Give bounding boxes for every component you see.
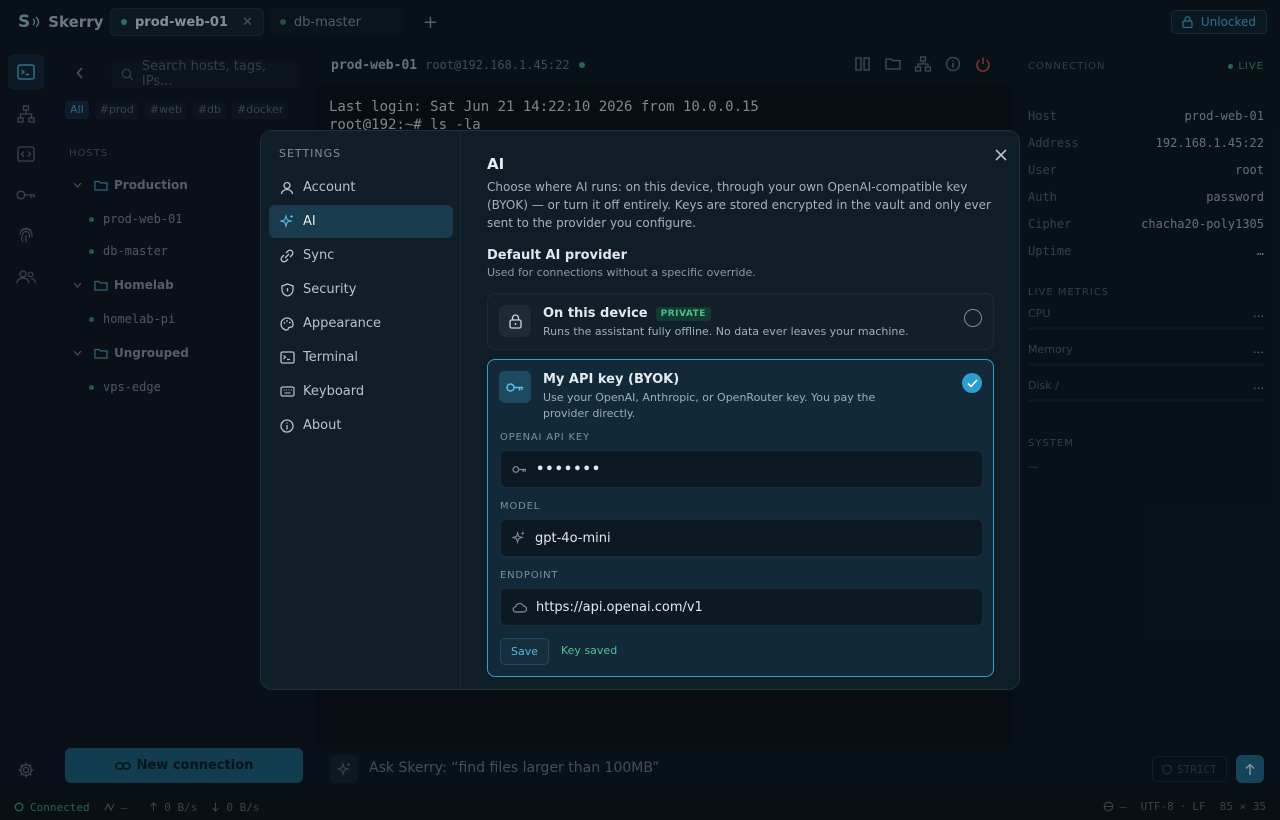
option-description: Runs the assistant fully offline. No dat… (543, 325, 909, 338)
shield-icon (280, 282, 294, 297)
nav-terminal[interactable]: Terminal (269, 341, 453, 374)
endpoint-label: ENDPOINT (500, 570, 559, 581)
nav-account[interactable]: Account (269, 171, 453, 204)
settings-content: AI Choose where AI runs: on this device,… (461, 131, 1019, 689)
close-icon (995, 149, 1007, 161)
nav-about[interactable]: About (269, 409, 453, 442)
model-value: gpt-4o-mini (535, 530, 611, 546)
option-title-row: My API key (BYOK) (543, 372, 679, 387)
nav-sync[interactable]: Sync (269, 239, 453, 272)
save-status: Key saved (561, 644, 618, 657)
nav-label: Terminal (303, 350, 358, 365)
provider-option-local[interactable]: On this device PRIVATE Runs the assistan… (487, 293, 994, 350)
terminal-icon (279, 351, 295, 364)
keyboard-icon (279, 386, 295, 397)
sparkles-icon (279, 214, 293, 228)
option-title: My API key (BYOK) (543, 372, 680, 387)
model-label: MODEL (500, 501, 541, 512)
nav-label: Appearance (303, 316, 382, 331)
save-button[interactable]: Save (500, 638, 550, 665)
settings-title: SETTINGS (279, 147, 342, 160)
endpoint-value: https://api.openai.com/v1 (536, 599, 703, 615)
option-radio[interactable] (964, 309, 982, 327)
endpoint-input[interactable]: https://api.openai.com/v1 (500, 588, 983, 626)
palette-icon (280, 316, 294, 331)
section-subtitle: Used for connections without a specific … (487, 266, 756, 279)
key-icon (512, 465, 526, 473)
nav-label: Security (303, 282, 357, 297)
nav-label: Keyboard (303, 384, 365, 399)
info-icon (280, 418, 294, 433)
provider-option-byok[interactable]: My API key (BYOK) Use your OpenAI, Anthr… (487, 359, 994, 677)
nav-security[interactable]: Security (269, 273, 453, 306)
private-badge: PRIVATE (655, 306, 711, 321)
option-icon-box (499, 371, 531, 403)
section-title: Default AI provider (487, 248, 628, 263)
cloud-icon (512, 602, 527, 613)
option-selected-check[interactable] (962, 373, 982, 393)
nav-ai[interactable]: AI (269, 205, 453, 238)
nav-label: AI (303, 214, 316, 229)
settings-modal: SETTINGS Account AI Sync Security Appear… (260, 130, 1020, 690)
nav-label: Account (303, 180, 356, 195)
page-title: AI (487, 155, 505, 173)
model-input[interactable]: gpt-4o-mini (500, 519, 983, 557)
option-title-row: On this device PRIVATE (543, 306, 711, 321)
option-description: Use your OpenAI, Anthropic, or OpenRoute… (543, 391, 876, 420)
user-icon (280, 181, 294, 194)
option-icon-box (499, 305, 531, 337)
nav-label: Sync (303, 248, 335, 263)
close-button[interactable] (995, 149, 1007, 161)
page-description: Choose where AI runs: on this device, th… (487, 180, 991, 230)
option-title: On this device (543, 306, 648, 321)
nav-label: About (303, 418, 342, 433)
sparkles-icon (512, 531, 525, 544)
check-icon (966, 378, 978, 388)
sync-link-icon (280, 249, 294, 262)
lock-icon (508, 313, 522, 329)
settings-nav: SETTINGS Account AI Sync Security Appear… (261, 131, 461, 689)
nav-keyboard[interactable]: Keyboard (269, 375, 453, 408)
api-key-value: ••••••• (536, 461, 602, 477)
api-key-input[interactable]: ••••••• (500, 450, 983, 488)
api-key-label: OPENAI API KEY (500, 432, 590, 443)
nav-appearance[interactable]: Appearance (269, 307, 453, 340)
key-icon (506, 382, 523, 392)
